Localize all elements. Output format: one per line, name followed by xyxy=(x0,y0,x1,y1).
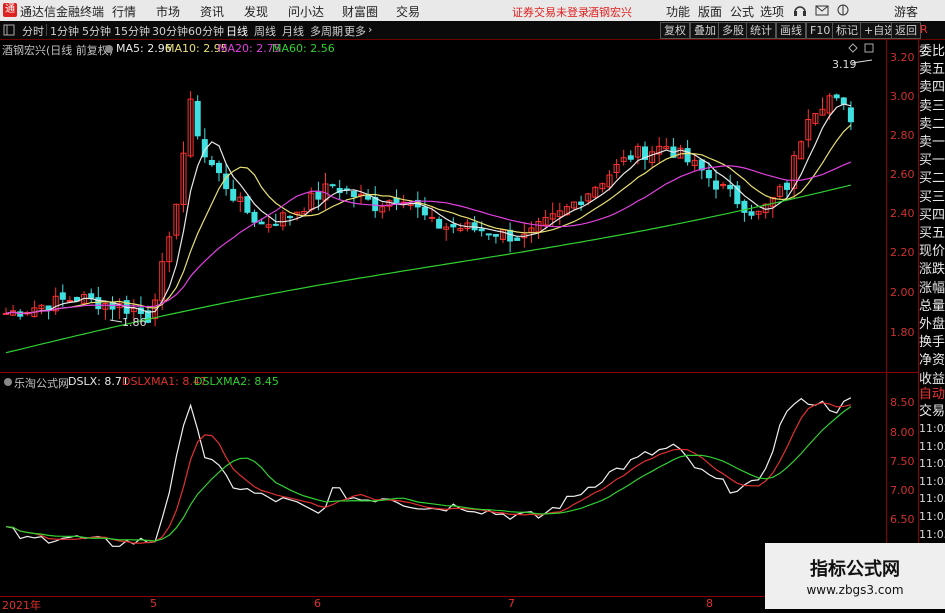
candle-body xyxy=(847,107,854,123)
trade-label[interactable]: 交易 xyxy=(919,403,945,421)
panel-toggle-icon[interactable]: R xyxy=(920,23,928,36)
dslx-line xyxy=(5,397,852,547)
candle-body xyxy=(421,206,428,216)
candle-body xyxy=(436,218,443,229)
quote-item: 卖二 xyxy=(919,116,945,132)
candle-body xyxy=(66,299,73,302)
quote-item: 买四 xyxy=(919,207,945,223)
quote-item: 卖三 xyxy=(919,98,945,114)
xaxis-label: 8 xyxy=(706,597,713,610)
candle-body xyxy=(315,191,322,200)
low-price-label: 1.86 xyxy=(122,316,147,329)
xaxis-label: 7 xyxy=(508,597,515,610)
trade-time: 11:03 xyxy=(919,474,945,488)
candle-body xyxy=(784,182,790,190)
quote-item: 外盘 xyxy=(919,317,945,332)
watermark-url: www.zbgs3.com xyxy=(806,583,904,597)
dslxma1-line xyxy=(5,402,852,544)
quote-item: 涨幅 xyxy=(919,280,945,296)
dslxma2-line xyxy=(5,406,852,542)
quote-item: 总量 xyxy=(919,298,945,314)
candle-body xyxy=(88,293,95,299)
quote-item: 买二 xyxy=(919,171,945,187)
trade-time: 11:03 xyxy=(919,527,945,541)
candle-body xyxy=(627,155,634,160)
candle-body xyxy=(272,223,279,226)
quote-item: 卖四 xyxy=(919,80,945,96)
trade-time: 11:02 xyxy=(919,457,945,471)
ma5-line xyxy=(5,103,852,315)
candle-body xyxy=(287,216,293,219)
low-arrow-icon xyxy=(109,319,123,323)
candle-body xyxy=(59,292,66,300)
candle-body xyxy=(208,160,215,166)
quote-item: 净资 xyxy=(919,353,945,369)
trade-time: 11:02 xyxy=(919,439,945,453)
candle-body xyxy=(194,100,201,137)
xaxis-label: 5 xyxy=(150,597,157,610)
candle-body xyxy=(727,184,734,190)
quote-item: 换手 xyxy=(919,335,945,351)
candle-body xyxy=(507,229,514,242)
candle-body xyxy=(578,201,585,205)
candle-body xyxy=(478,228,485,232)
quote-item: 买三 xyxy=(919,189,945,205)
trade-time: 11:03 xyxy=(919,492,945,506)
candle-body xyxy=(713,180,719,190)
candle-body xyxy=(329,184,336,187)
candle-body xyxy=(95,297,102,310)
watermark-title: 指标公式网 xyxy=(810,559,900,580)
candle-body xyxy=(684,148,691,163)
candle-body xyxy=(365,195,372,200)
candle-body xyxy=(251,211,258,223)
candle-body xyxy=(492,234,499,237)
candle-body xyxy=(748,211,755,216)
candle-body xyxy=(833,94,840,99)
candle-body xyxy=(258,221,265,225)
quote-item: 买五 xyxy=(919,226,945,241)
quote-item: 买一 xyxy=(919,153,945,169)
candle-body xyxy=(244,196,251,213)
ma10-line xyxy=(5,124,852,315)
xaxis-label: 6 xyxy=(314,597,321,610)
watermark-banner: 指标公式网 www.zbgs3.com xyxy=(765,543,945,609)
xaxis-label: 2021年 xyxy=(2,599,41,612)
quote-item: 卖五 xyxy=(919,62,945,78)
candle-body xyxy=(840,97,847,105)
kline-chart[interactable] xyxy=(0,0,945,609)
candle-body xyxy=(514,237,521,241)
candle-body xyxy=(429,216,435,219)
candle-body xyxy=(450,224,457,228)
high-price-label: 3.19 xyxy=(832,58,857,71)
quote-item: 涨跌 xyxy=(919,262,945,278)
quote-item: 现价 xyxy=(919,244,945,260)
candle-body xyxy=(485,233,492,236)
candle-body xyxy=(216,162,222,174)
quote-item: 卖一 xyxy=(919,135,945,150)
candle-body xyxy=(705,170,712,179)
candle-body xyxy=(230,188,237,201)
quote-item: 委比 xyxy=(919,44,945,59)
trade-time: 11:03 xyxy=(919,510,945,523)
auto-label[interactable]: 自动 xyxy=(919,386,945,404)
candle-body xyxy=(471,222,478,231)
candle-body xyxy=(350,191,357,198)
trade-time: 11:02 xyxy=(919,422,945,435)
